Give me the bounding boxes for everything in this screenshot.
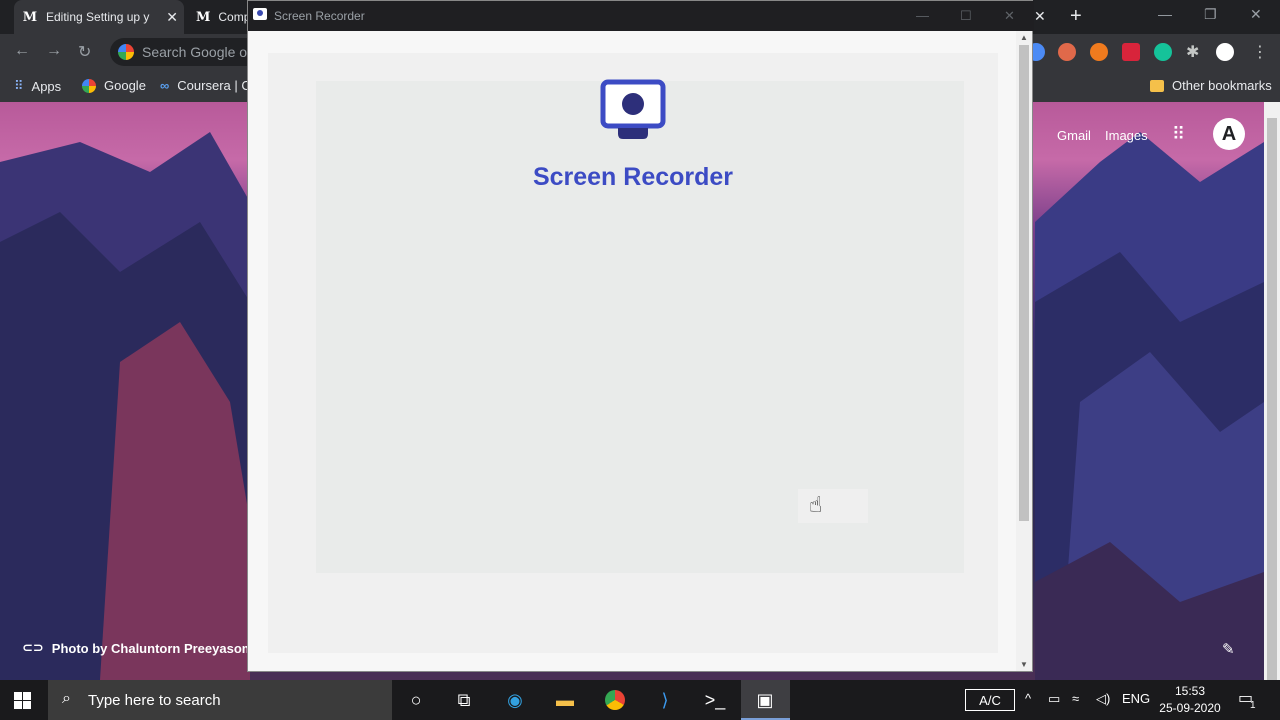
screen-recorder-taskbar-button[interactable]: ▣ bbox=[741, 680, 790, 720]
screen-recorder-logo-icon bbox=[600, 79, 666, 139]
reload-icon[interactable]: ↻ bbox=[78, 42, 91, 62]
omnibox-placeholder: Search Google or bbox=[142, 44, 252, 60]
minimize-icon[interactable]: — bbox=[916, 8, 929, 23]
back-icon[interactable]: ← bbox=[14, 42, 30, 60]
gmail-link[interactable]: Gmail bbox=[1057, 128, 1091, 143]
vscode-icon[interactable]: ⟩ bbox=[653, 688, 677, 712]
taskbar-search[interactable]: ⌕ Type here to search bbox=[48, 680, 392, 720]
pencil-icon[interactable]: ✎ bbox=[1222, 640, 1235, 658]
app-title: Screen Recorder bbox=[532, 163, 734, 191]
cortana-icon[interactable]: ○ bbox=[404, 688, 428, 712]
menu-icon[interactable]: ⋮ bbox=[1252, 42, 1268, 62]
tab-title: Editing Setting up y bbox=[46, 10, 150, 24]
tab-editing[interactable]: M Editing Setting up y ✕ bbox=[14, 0, 184, 34]
bookmark-label: Apps bbox=[31, 78, 62, 94]
images-link[interactable]: Images bbox=[1105, 128, 1148, 143]
google-icon bbox=[118, 44, 134, 60]
forward-icon[interactable]: → bbox=[46, 42, 62, 60]
popup-body: Screen Recorder ☝ bbox=[248, 31, 1018, 671]
apps-grid-icon: ⠿ bbox=[14, 78, 24, 93]
medium-icon: M bbox=[196, 9, 211, 25]
photo-credit[interactable]: ⊂⊃ Photo by Chaluntorn Preeyasomb bbox=[22, 640, 261, 656]
bookmark-label: Other bookmarks bbox=[1172, 78, 1272, 93]
popup-titlebar: Screen Recorder — ☐ ✕ bbox=[248, 1, 1034, 31]
maximize-icon[interactable]: ❐ bbox=[1204, 6, 1217, 23]
search-placeholder: Type here to search bbox=[88, 691, 221, 709]
popup-scrollbar[interactable]: ▲ ▼ bbox=[1016, 31, 1032, 671]
bookmark-apps[interactable]: ⠿ Apps bbox=[14, 78, 61, 94]
task-view-icon[interactable]: ⧉ bbox=[452, 688, 476, 712]
screen-recorder-window: Screen Recorder — ☐ ✕ Screen Recorder ☝ … bbox=[247, 0, 1034, 672]
medium-icon: M bbox=[22, 9, 38, 25]
taskbar: ⌕ Type here to search ○ ⧉ ◉ ▬ ⟩ >_ ▣ A/C… bbox=[0, 680, 1280, 720]
edge-icon[interactable]: ◉ bbox=[503, 688, 527, 712]
bookmark-label: Coursera | C bbox=[177, 78, 251, 93]
wifi-icon[interactable]: ≈ bbox=[1072, 691, 1079, 706]
language-indicator[interactable]: ENG bbox=[1122, 691, 1150, 706]
terminal-icon[interactable]: >_ bbox=[703, 688, 727, 712]
google-icon bbox=[82, 78, 96, 93]
link-icon: ⊂⊃ bbox=[22, 640, 44, 655]
scrollbar-thumb[interactable] bbox=[1019, 45, 1029, 521]
notification-count: 1 bbox=[1250, 700, 1256, 711]
extension-icon[interactable] bbox=[1090, 43, 1108, 61]
close-tab-icon[interactable]: ✕ bbox=[1034, 8, 1046, 25]
ac-indicator[interactable]: A/C bbox=[965, 689, 1015, 711]
new-tab-button[interactable]: + bbox=[1070, 5, 1082, 28]
avatar-letter: A bbox=[1221, 122, 1237, 145]
ac-label: A/C bbox=[979, 692, 1001, 708]
battery-icon[interactable]: ▭ bbox=[1048, 691, 1060, 707]
scroll-up-icon[interactable]: ▲ bbox=[1020, 33, 1028, 42]
folder-icon bbox=[1150, 79, 1164, 92]
scroll-down-icon[interactable]: ▼ bbox=[1020, 660, 1028, 669]
chrome-icon[interactable] bbox=[603, 688, 627, 712]
file-explorer-icon[interactable]: ▬ bbox=[553, 688, 577, 712]
hand-cursor-icon: ☝ bbox=[809, 492, 823, 517]
extension-icon[interactable] bbox=[1058, 43, 1076, 61]
extensions-puzzle-icon[interactable]: ✱ bbox=[1186, 42, 1199, 62]
screen-recorder-icon bbox=[253, 8, 267, 20]
maximize-icon[interactable]: ☐ bbox=[960, 8, 972, 24]
search-icon: ⌕ bbox=[62, 690, 71, 707]
popup-window-title: Screen Recorder bbox=[274, 9, 365, 23]
clock[interactable]: 15:53 25-09-2020 bbox=[1150, 683, 1230, 717]
page-scrollbar[interactable] bbox=[1264, 102, 1280, 720]
tab-comp[interactable]: M Comp bbox=[188, 0, 251, 34]
grammarly-icon[interactable] bbox=[1154, 43, 1172, 61]
bookmark-other[interactable]: Other bookmarks bbox=[1150, 78, 1272, 93]
coursera-icon: ∞ bbox=[160, 78, 170, 93]
minimize-icon[interactable]: — bbox=[1158, 6, 1172, 22]
extension-icon[interactable] bbox=[1122, 43, 1140, 61]
close-window-icon[interactable]: ✕ bbox=[1250, 6, 1262, 23]
time: 15:53 bbox=[1174, 684, 1206, 698]
close-icon[interactable]: ✕ bbox=[166, 9, 178, 26]
chevron-up-icon[interactable]: ^ bbox=[1025, 691, 1031, 706]
volume-icon[interactable]: ◁) bbox=[1096, 691, 1110, 707]
bookmark-label: Google bbox=[104, 78, 146, 93]
date: 25-09-2020 bbox=[1159, 701, 1221, 715]
screen-recorder-icon: ▣ bbox=[756, 689, 774, 710]
photo-credit-text: Photo by Chaluntorn Preeyasomb bbox=[51, 640, 262, 656]
bookmark-coursera[interactable]: ∞ Coursera | C bbox=[160, 78, 251, 93]
close-icon[interactable]: ✕ bbox=[1004, 8, 1015, 24]
windows-start-icon[interactable] bbox=[14, 692, 32, 710]
avatar[interactable]: A bbox=[1213, 118, 1245, 150]
tab-title: Comp bbox=[218, 10, 251, 24]
profile-icon[interactable] bbox=[1216, 43, 1234, 61]
apps-grid-icon[interactable]: ⠿ bbox=[1172, 124, 1185, 145]
bookmark-google[interactable]: Google bbox=[82, 78, 146, 93]
scrollbar-thumb[interactable] bbox=[1267, 118, 1277, 720]
